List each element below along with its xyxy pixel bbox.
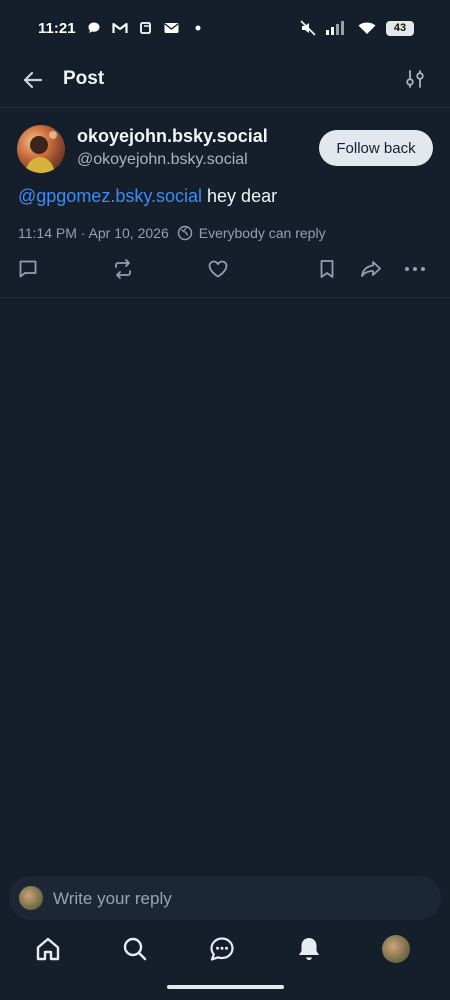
repost-icon[interactable] xyxy=(110,256,136,282)
mention-link[interactable]: @gpgomez.bsky.social xyxy=(18,186,202,206)
gmail-icon xyxy=(111,20,128,36)
back-arrow-icon[interactable] xyxy=(20,67,46,93)
like-icon[interactable] xyxy=(205,256,231,282)
mail-icon xyxy=(164,20,180,36)
bookmark-icon[interactable] xyxy=(314,256,340,282)
profile-avatar-image xyxy=(382,935,410,963)
chat-bubble-icon xyxy=(86,20,102,36)
wifi-icon xyxy=(358,20,376,36)
share-icon[interactable] xyxy=(358,256,384,282)
home-indicator xyxy=(167,985,284,989)
status-bar: 11:21 43 xyxy=(0,0,450,56)
messages-icon[interactable] xyxy=(207,934,237,964)
post-body: hey dear xyxy=(202,186,278,206)
post-header: Post xyxy=(0,56,450,108)
more-icon[interactable] xyxy=(402,256,428,282)
reply-setting[interactable]: Everybody can reply xyxy=(199,225,326,241)
dot-icon xyxy=(190,20,206,36)
post-card: okoyejohn.bsky.social @okoyejohn.bsky.so… xyxy=(0,108,450,298)
author-name[interactable]: okoyejohn.bsky.social xyxy=(77,126,268,147)
follow-back-button[interactable]: Follow back xyxy=(319,130,433,166)
post-meta: 11:14 PM · Apr 10, 2026 Everybody can re… xyxy=(18,225,326,241)
post-text: @gpgomez.bsky.social hey dear xyxy=(18,186,277,207)
reply-composer[interactable]: Write your reply xyxy=(9,876,441,920)
reply-icon[interactable] xyxy=(15,256,41,282)
page-title: Post xyxy=(63,68,105,89)
post-timestamp: 11:14 PM · Apr 10, 2026 xyxy=(18,225,169,241)
signal-icon xyxy=(326,20,348,36)
mute-icon xyxy=(300,20,316,36)
post-actions xyxy=(0,256,450,286)
reply-input-placeholder[interactable]: Write your reply xyxy=(53,889,172,909)
sliders-icon[interactable] xyxy=(404,68,426,90)
user-avatar xyxy=(19,886,43,910)
author-avatar[interactable] xyxy=(17,125,65,173)
battery-icon: 43 xyxy=(386,20,414,36)
author-handle[interactable]: @okoyejohn.bsky.social xyxy=(77,151,248,169)
search-icon[interactable] xyxy=(120,934,150,964)
profile-avatar[interactable] xyxy=(381,934,411,964)
globe-icon xyxy=(177,225,193,241)
bottom-tab-bar xyxy=(0,920,450,984)
home-icon[interactable] xyxy=(33,934,63,964)
status-time: 11:21 xyxy=(38,19,76,37)
notifications-icon[interactable] xyxy=(294,934,324,964)
copy-icon xyxy=(138,20,154,36)
